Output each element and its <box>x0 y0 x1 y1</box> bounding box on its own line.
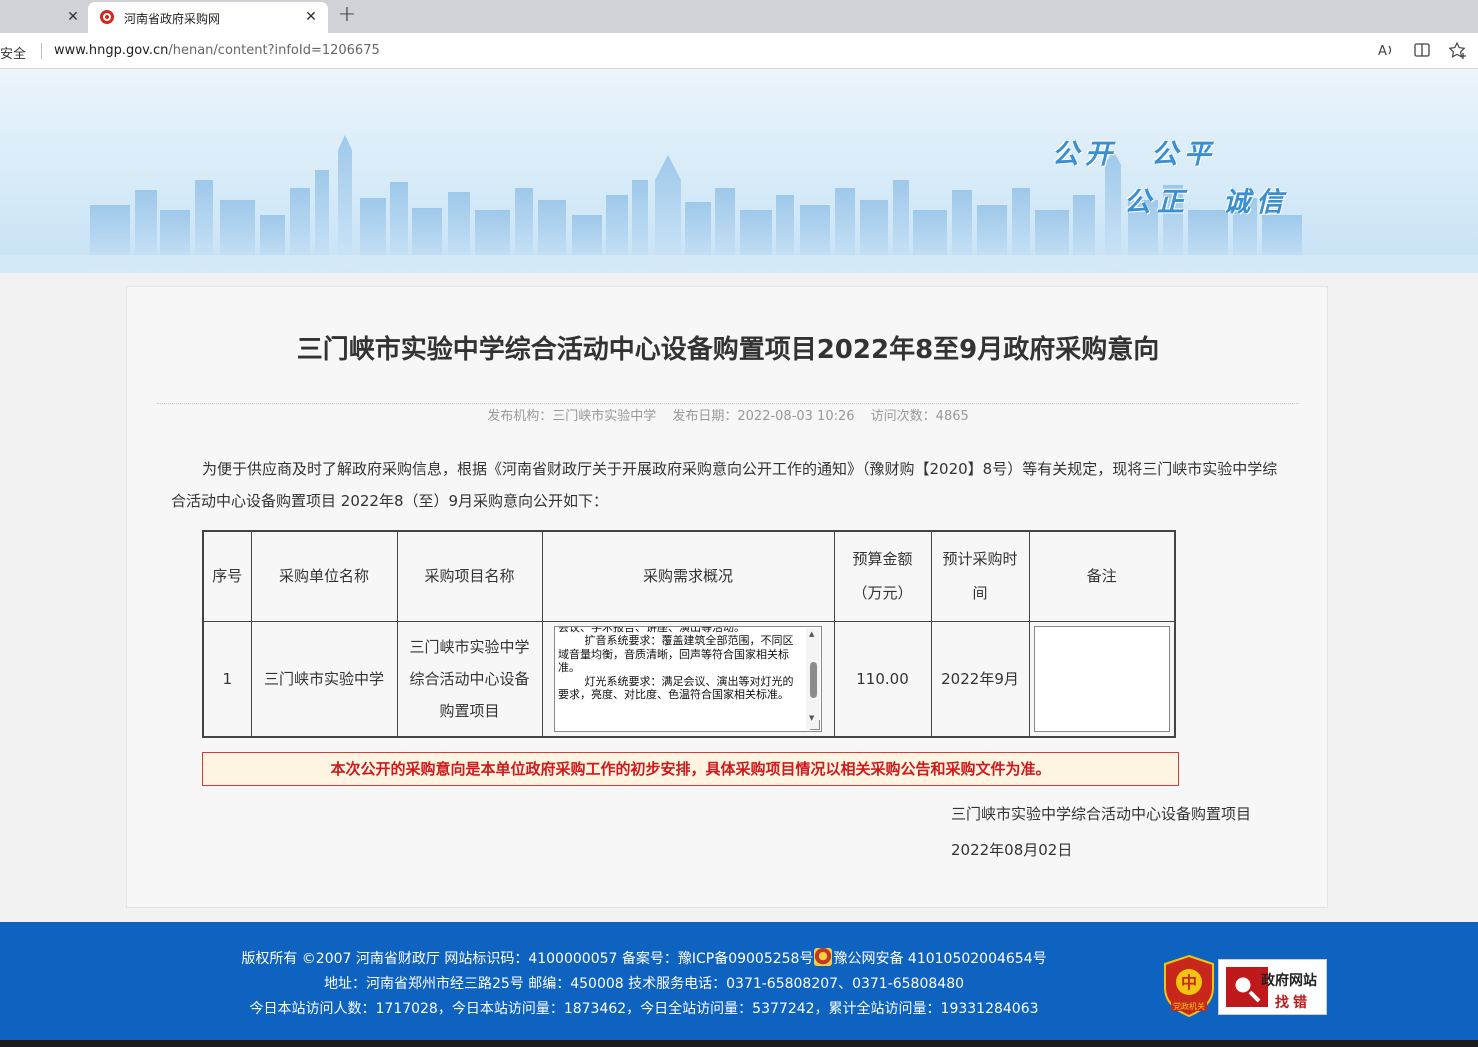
header-budget-line2: （万元） <box>852 584 913 603</box>
title-divider <box>157 403 1299 404</box>
split-screen-icon[interactable] <box>1412 41 1432 61</box>
error-report-line2: 找错 <box>1275 995 1311 1011</box>
table-header-row: 序号 采购单位名称 采购项目名称 采购需求概况 预算金额 （万元） 预计采购时间 … <box>202 530 1176 622</box>
cell-unit: 三门峡市实验中学 <box>250 620 398 738</box>
url-host: www.hngp.gov.cn <box>54 43 169 58</box>
tab-title: 河南省政府采购网 <box>124 12 221 26</box>
procurement-table: 序号 采购单位名称 采购项目名称 采购需求概况 预算金额 （万元） 预计采购时间 … <box>202 530 1176 738</box>
taskbar-strip <box>0 1040 1478 1047</box>
scroll-up-arrow-icon[interactable]: ▲ <box>809 630 814 638</box>
badge-label: 党政机关 <box>1173 1001 1205 1011</box>
article-card: 三门峡市实验中学综合活动中心设备购置项目2022年8至9月政府采购意向 发布机构… <box>126 286 1328 908</box>
svg-text:A: A <box>1378 44 1387 59</box>
browser-tab-bar: ✕ 河南省政府采购网 ✕ + <box>0 0 1478 33</box>
needs-scrollbar[interactable]: ▲ ▼ <box>806 627 820 730</box>
resize-grip-icon[interactable] <box>810 719 820 730</box>
url-path: /henan/content?infoId=1206675 <box>168 43 380 58</box>
footer-address: 地址：河南省郑州市经三路25号 邮编：450008 技术服务电话：0371-65… <box>323 976 965 992</box>
header-project: 采购项目名称 <box>396 530 543 622</box>
sign-date: 2022年08月02日 <box>951 841 1073 859</box>
needs-textarea[interactable]: 会议、学术报告、讲座、演出等活动。 扩音系统要求：覆盖建筑全部范围，不同区域音量… <box>554 625 822 732</box>
intro-paragraph: 为便于供应商及时了解政府采购信息，根据《河南省财政厅关于开展政府采购意向公开工作… <box>171 460 1278 510</box>
party-government-badge-icon[interactable]: 中 党政机关 <box>1163 954 1215 1018</box>
previous-tab[interactable]: ✕ <box>0 0 88 33</box>
publish-date: 发布日期：2022-08-03 10:26 <box>672 409 855 424</box>
cell-needs: 会议、学术报告、讲座、演出等活动。 扩音系统要求：覆盖建筑全部范围，不同区域音量… <box>541 620 835 738</box>
visit-count: 访问次数：4865 <box>870 409 969 424</box>
close-icon[interactable]: ✕ <box>64 8 82 26</box>
address-bar: 安全 www.hngp.gov.cn/henan/content?infoId=… <box>0 33 1478 69</box>
table-row: 1 三门峡市实验中学 三门峡市实验中学综合活动中心设备购置项目 会议、学术报告、… <box>202 620 1176 738</box>
header-budget-line1: 预算金额 <box>852 550 913 569</box>
article-meta: 发布机构：三门峡市实验中学 发布日期：2022-08-03 10:26 访问次数… <box>127 405 1329 424</box>
needs-text: 会议、学术报告、讲座、演出等活动。 扩音系统要求：覆盖建筑全部范围，不同区域音量… <box>558 625 794 702</box>
header-unit: 采购单位名称 <box>250 530 398 622</box>
cell-remark <box>1028 620 1176 738</box>
favorites-icon[interactable] <box>1448 41 1468 61</box>
city-skyline-image <box>0 135 1478 273</box>
header-time-line2: 间 <box>972 584 988 603</box>
slogan-line-1: 公开 公平 <box>1052 139 1217 170</box>
government-site-error-report-button[interactable]: 政府网站 找错 <box>1218 959 1327 1015</box>
header-time: 预计采购时间 <box>930 530 1030 622</box>
sign-unit: 三门峡市实验中学综合活动中心设备购置项目 <box>951 805 1252 823</box>
slogan-line-2: 公正 诚信 <box>1124 187 1289 218</box>
footer-police-record[interactable]: 豫公网安备 41010502004654号 <box>833 951 1046 967</box>
address-divider <box>41 43 42 59</box>
site-banner: 公开 公平 公正 诚信 <box>0 70 1478 273</box>
page-title: 三门峡市实验中学综合活动中心设备购置项目2022年8至9月政府采购意向 <box>296 335 1160 365</box>
footer-copyright: 版权所有 ©2007 河南省财政厅 网站标识码：4100000057 备案号：豫… <box>0 948 1288 968</box>
security-status[interactable]: 安全 <box>0 43 26 62</box>
header-time-line1: 预计采购时 <box>942 550 1018 569</box>
footer-stats: 今日本站访问人数：1717028，今日本站访问量：1873462，今日全站访问量… <box>249 1001 1039 1017</box>
notice-banner: 本次公开的采购意向是本单位政府采购工作的初步安排，具体采购项目情况以相关采购公告… <box>202 752 1179 786</box>
close-icon[interactable]: ✕ <box>302 8 320 26</box>
site-favicon-icon <box>100 10 114 24</box>
error-report-line1: 政府网站 <box>1261 973 1317 989</box>
header-needs: 采购需求概况 <box>541 530 835 622</box>
header-budget: 预算金额 （万元） <box>833 530 932 622</box>
read-aloud-icon[interactable]: A <box>1376 41 1396 61</box>
footer-copyright-text: 版权所有 ©2007 河南省财政厅 网站标识码：4100000057 备案号：豫… <box>241 951 814 967</box>
svg-text:中: 中 <box>1181 973 1197 992</box>
active-tab[interactable]: 河南省政府采购网 ✕ <box>88 2 328 33</box>
remark-textarea[interactable] <box>1033 625 1170 732</box>
url-field[interactable]: www.hngp.gov.cn/henan/content?infoId=120… <box>54 43 380 58</box>
cell-time: 2022年9月 <box>930 620 1030 738</box>
police-badge-icon <box>814 948 833 966</box>
header-remark: 备注 <box>1028 530 1176 622</box>
cell-project: 三门峡市实验中学综合活动中心设备购置项目 <box>396 620 543 738</box>
cell-seq: 1 <box>202 620 252 738</box>
publisher: 发布机构：三门峡市实验中学 <box>487 409 657 424</box>
header-seq: 序号 <box>202 530 252 622</box>
cell-budget: 110.00 <box>833 620 932 738</box>
new-tab-button[interactable]: + <box>336 4 358 28</box>
scroll-thumb[interactable] <box>810 661 817 698</box>
